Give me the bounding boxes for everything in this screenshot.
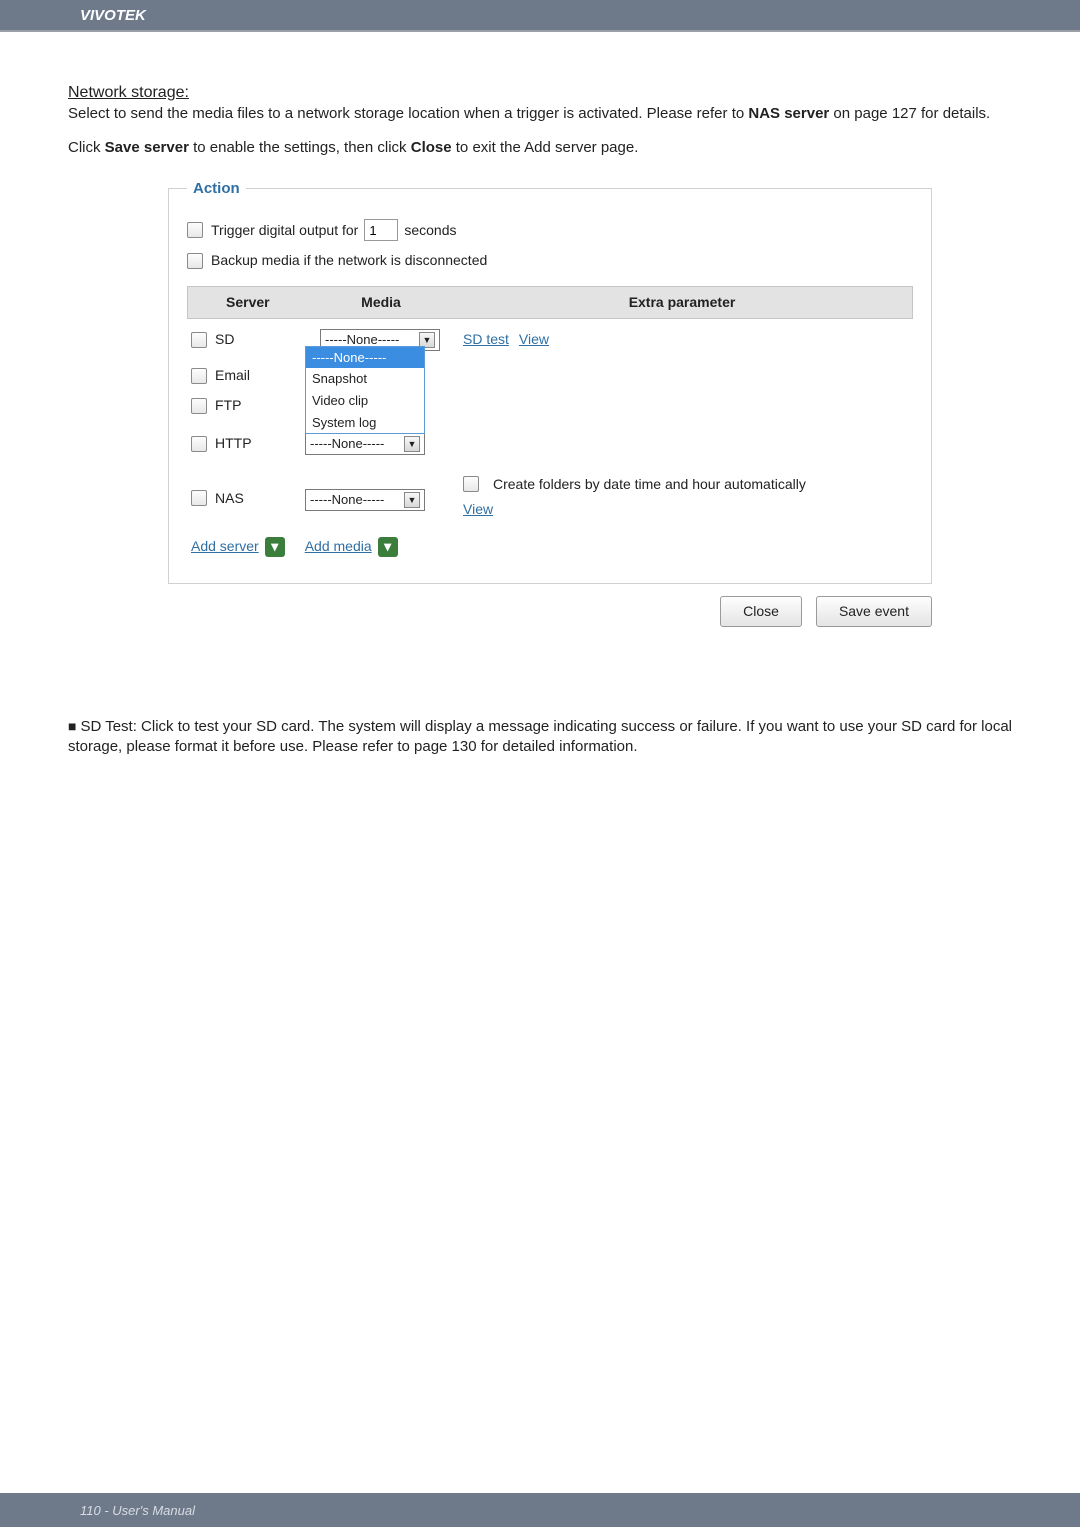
email-name: Email xyxy=(215,366,250,385)
bullet-icon: ■ xyxy=(68,718,76,734)
save-event-button[interactable]: Save event xyxy=(816,596,932,627)
nas-name: NAS xyxy=(215,489,244,508)
chevron-down-icon: ▼ xyxy=(404,492,420,508)
sd-option-snapshot[interactable]: Snapshot xyxy=(306,368,424,390)
sd-checkbox[interactable] xyxy=(191,332,207,348)
nas-create-folders-label: Create folders by date time and hour aut… xyxy=(493,475,806,494)
trigger-seconds-input[interactable] xyxy=(364,219,398,241)
add-row: Add server ▾ Add media ▾ xyxy=(191,537,909,557)
sd-group: SD -----None----- ▼ SD test View xyxy=(191,325,909,355)
chevron-down-icon: ▼ xyxy=(404,436,420,452)
sd-name: SD xyxy=(215,330,234,349)
action-legend: Action xyxy=(187,179,246,199)
close-label: Close xyxy=(411,139,452,156)
nas-row: NAS -----None----- ▼ Create folders by xyxy=(191,475,909,519)
ftp-name: FTP xyxy=(215,396,241,415)
table-body: SD -----None----- ▼ SD test View xyxy=(187,319,913,563)
nas-media-dropdown[interactable]: -----None----- ▼ xyxy=(305,489,425,511)
dialog-button-row: Close Save event xyxy=(68,596,932,627)
ftp-checkbox[interactable] xyxy=(191,398,207,414)
sd-row: SD -----None----- ▼ SD test View xyxy=(191,325,909,355)
table-header: Server Media Extra parameter xyxy=(187,286,913,319)
sd-option-systemlog[interactable]: System log xyxy=(306,412,424,434)
click-text-2: to enable the settings, then click xyxy=(189,139,411,156)
sd-option-none[interactable]: -----None----- xyxy=(306,347,424,369)
sd-test-note: ■SD Test: Click to test your SD card. Th… xyxy=(68,717,1012,758)
trigger-checkbox[interactable] xyxy=(187,222,203,238)
network-storage-desc: Select to send the media files to a netw… xyxy=(68,104,1012,124)
trigger-label-a: Trigger digital output for xyxy=(211,221,358,240)
ns-text-2: on page 127 for details. xyxy=(829,105,990,122)
ftp-row: FTP xyxy=(191,391,909,421)
backup-row: Backup media if the network is disconnec… xyxy=(187,251,913,270)
http-checkbox[interactable] xyxy=(191,436,207,452)
trigger-row: Trigger digital output for seconds xyxy=(187,219,913,241)
save-server-label: Save server xyxy=(105,139,189,156)
backup-checkbox[interactable] xyxy=(187,253,203,269)
http-media-value: -----None----- xyxy=(310,435,384,453)
nas-create-folders-checkbox[interactable] xyxy=(463,476,479,492)
email-row: Email xyxy=(191,361,909,391)
add-media-link[interactable]: Add media xyxy=(305,537,372,556)
action-panel: Action Trigger digital output for second… xyxy=(168,188,932,584)
nas-media-value: -----None----- xyxy=(310,491,384,509)
sd-test-text: SD Test: Click to test your SD card. The… xyxy=(68,718,1012,755)
footer-band: 110 - User's Manual xyxy=(0,1493,1080,1527)
close-button[interactable]: Close xyxy=(720,596,802,627)
header-band: VIVOTEK xyxy=(0,0,1080,30)
footer-text: 110 - User's Manual xyxy=(80,1503,195,1518)
add-server-link[interactable]: Add server xyxy=(191,537,259,556)
save-server-instruction: Click Save server to enable the settings… xyxy=(68,138,1012,158)
sd-view-link[interactable]: View xyxy=(519,330,549,349)
ns-text-1: Select to send the media files to a netw… xyxy=(68,105,748,122)
click-text-1: Click xyxy=(68,139,105,156)
trigger-label-b: seconds xyxy=(404,221,456,240)
header-server: Server xyxy=(226,293,306,312)
content: Network storage: Select to send the medi… xyxy=(0,32,1080,1527)
email-checkbox[interactable] xyxy=(191,368,207,384)
http-row: HTTP -----None----- ▼ xyxy=(191,429,909,459)
backup-label: Backup media if the network is disconnec… xyxy=(211,251,487,270)
page: VIVOTEK Network storage: Select to send … xyxy=(0,0,1080,1527)
plus-icon: ▾ xyxy=(265,537,285,557)
brand-label: VIVOTEK xyxy=(80,7,146,24)
click-text-3: to exit the Add server page. xyxy=(452,139,639,156)
nas-checkbox[interactable] xyxy=(191,490,207,506)
http-media-dropdown[interactable]: -----None----- ▼ xyxy=(305,433,425,455)
network-storage-heading: Network storage: xyxy=(68,82,1012,104)
nas-server-ref: NAS server xyxy=(748,105,829,122)
header-extra: Extra parameter xyxy=(456,293,908,312)
sd-media-dropdown-list[interactable]: -----None----- Snapshot Video clip Syste… xyxy=(305,346,425,434)
http-name: HTTP xyxy=(215,434,252,453)
sd-test-link[interactable]: SD test xyxy=(463,330,509,349)
header-media: Media xyxy=(306,293,456,312)
sd-option-videoclip[interactable]: Video clip xyxy=(306,390,424,412)
plus-icon: ▾ xyxy=(378,537,398,557)
nas-view-link[interactable]: View xyxy=(463,500,493,519)
server-table: Server Media Extra parameter SD xyxy=(187,286,913,563)
